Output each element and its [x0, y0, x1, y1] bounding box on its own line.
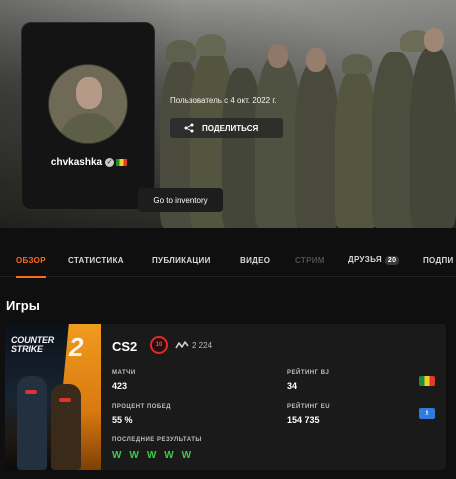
banner-figure: [424, 28, 444, 52]
username-row: chvkashka ✓: [22, 157, 156, 168]
banner-figure: [196, 34, 226, 56]
games-section-title: Игры: [6, 298, 40, 313]
avatar[interactable]: [48, 64, 128, 144]
banner-figure: [342, 54, 372, 74]
inventory-button[interactable]: Go to inventory: [138, 188, 223, 212]
tab-video[interactable]: ВИДЕО: [240, 256, 270, 265]
rating-bj-value: 34: [287, 381, 298, 391]
cover-figure: [51, 384, 81, 470]
cover-goggles: [59, 398, 71, 402]
game-cover: COUNTER STRIKE 2: [5, 324, 101, 470]
cover-logo: COUNTER STRIKE: [11, 336, 54, 354]
share-label: ПОДЕЛИТЬСЯ: [202, 123, 259, 133]
rating-bj-label: РЕЙТИНГ BJ: [287, 370, 330, 376]
banner-figure: [306, 48, 326, 72]
share-icon: [184, 123, 194, 133]
cover-goggles: [25, 390, 37, 394]
username: chvkashka: [50, 157, 103, 168]
tab-subscriptions[interactable]: ПОДПИ: [423, 256, 454, 265]
tab-stream: СТРИМ: [295, 256, 325, 265]
banner-figure: [410, 48, 456, 228]
eu-region-icon: ♗: [419, 408, 435, 419]
profile-card: chvkashka ✓: [21, 22, 155, 210]
level-badge: 10: [150, 336, 168, 354]
rating-eu-value: 154 735: [287, 415, 320, 425]
level-value: 10: [155, 342, 163, 348]
recent-results-label: ПОСЛЕДНИЕ РЕЗУЛЬТАТЫ: [112, 437, 202, 443]
tab-label: СТАТИСТИКА: [68, 256, 124, 265]
cover-logo-number: 2: [69, 332, 84, 362]
elo-value: 2 224: [192, 341, 213, 350]
tab-overview[interactable]: ОБЗОР: [16, 256, 46, 278]
profile-tabs: ОБЗОР СТАТИСТИКА ПУБЛИКАЦИИ ВИДЕО СТРИМ …: [0, 245, 456, 278]
tab-label: ПУБЛИКАЦИИ: [152, 256, 211, 265]
avatar-head: [76, 77, 102, 109]
country-flag-icon: [419, 376, 435, 386]
tab-label: ПОДПИ: [423, 256, 454, 265]
rating-eu-label: РЕЙТИНГ EU: [287, 404, 331, 410]
win-rate-label: ПРОЦЕНТ ПОБЕД: [112, 404, 172, 410]
tab-label: ОБЗОР: [16, 256, 46, 265]
banner-figure: [166, 40, 196, 62]
cover-logo-line2: STRIKE: [11, 344, 43, 354]
country-flag-icon: [116, 158, 128, 166]
win-rate-value: 55 %: [112, 415, 133, 425]
tab-friends[interactable]: ДРУЗЬЯ 20: [348, 255, 400, 265]
banner-figure: [335, 70, 377, 228]
member-since: Пользователь с 4 окт. 2022 г.: [170, 96, 277, 105]
game-name: CS2: [112, 339, 138, 354]
game-card-cs2[interactable]: COUNTER STRIKE 2 CS2 10 2 224 МАТЧИ 423 …: [5, 324, 446, 470]
matches-label: МАТЧИ: [112, 370, 136, 376]
tab-label: ВИДЕО: [240, 256, 271, 265]
tab-label: ДРУЗЬЯ: [348, 255, 382, 264]
check-icon: ✓: [105, 157, 115, 167]
avatar-body: [59, 113, 119, 143]
matches-value: 423: [112, 381, 128, 391]
tab-publications[interactable]: ПУБЛИКАЦИИ: [152, 256, 211, 265]
recent-results: W W W W W: [112, 450, 194, 461]
inventory-label: Go to inventory: [153, 195, 208, 205]
banner-figure: [295, 62, 339, 228]
elo-icon: [175, 341, 189, 349]
share-button[interactable]: ПОДЕЛИТЬСЯ: [170, 118, 283, 138]
banner-figure: [268, 44, 288, 68]
tab-label: СТРИМ: [295, 256, 325, 265]
friends-count-badge: 20: [384, 256, 400, 265]
tab-statistics[interactable]: СТАТИСТИКА: [68, 256, 124, 265]
